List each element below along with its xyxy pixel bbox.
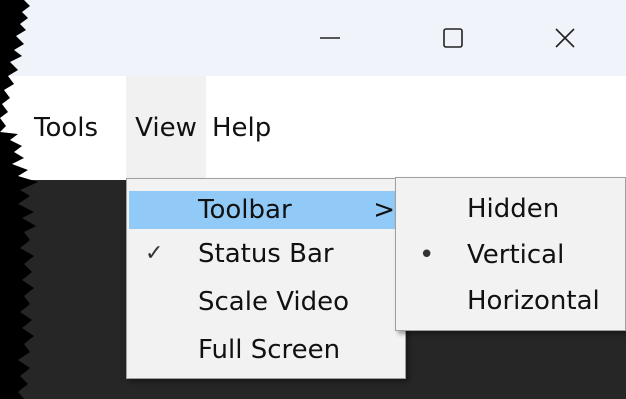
- menubar-item-tools[interactable]: Tools: [34, 76, 122, 180]
- maximize-button[interactable]: [419, 0, 487, 76]
- close-icon: [555, 28, 575, 48]
- app-window: Tools View Help Toolbar > ✓ Status Bar S…: [0, 0, 626, 399]
- submenu-item-vertical[interactable]: • Vertical: [398, 236, 623, 274]
- menubar-item-label: Tools: [34, 113, 99, 143]
- radio-bullet-icon: •: [419, 240, 435, 270]
- menu-item-label: Scale Video: [198, 287, 350, 317]
- submenu-item-label: Hidden: [467, 194, 560, 224]
- maximize-icon: [443, 28, 463, 48]
- torn-edge: [0, 0, 38, 399]
- menu-item-status-bar[interactable]: ✓ Status Bar: [129, 235, 403, 273]
- menubar-item-help[interactable]: Help: [212, 76, 282, 180]
- menubar-item-view[interactable]: View: [126, 76, 206, 180]
- view-menu: Toolbar > ✓ Status Bar Scale Video Full …: [126, 178, 406, 379]
- minimize-button[interactable]: [296, 0, 364, 76]
- menu-item-full-screen[interactable]: Full Screen: [129, 331, 403, 369]
- submenu-item-label: Vertical: [467, 240, 565, 270]
- menu-item-toolbar[interactable]: Toolbar >: [129, 191, 403, 229]
- submenu-item-horizontal[interactable]: Horizontal: [398, 282, 623, 320]
- menu-item-scale-video[interactable]: Scale Video: [129, 283, 403, 321]
- menubar-item-label: View: [135, 113, 197, 143]
- title-bar[interactable]: [0, 0, 626, 76]
- menu-item-label: Status Bar: [198, 239, 334, 269]
- toolbar-submenu: Hidden • Vertical Horizontal: [395, 177, 626, 331]
- submenu-item-hidden[interactable]: Hidden: [398, 190, 623, 228]
- submenu-item-label: Horizontal: [467, 286, 600, 316]
- close-button[interactable]: [531, 0, 599, 76]
- minimize-icon: [320, 37, 340, 39]
- menubar-item-label: Help: [212, 113, 272, 143]
- menu-bar: Tools View Help: [0, 76, 626, 180]
- chevron-right-icon: >: [373, 195, 395, 225]
- menu-item-label: Toolbar: [198, 195, 292, 225]
- checkmark-icon: ✓: [145, 241, 164, 266]
- menu-item-label: Full Screen: [198, 335, 341, 365]
